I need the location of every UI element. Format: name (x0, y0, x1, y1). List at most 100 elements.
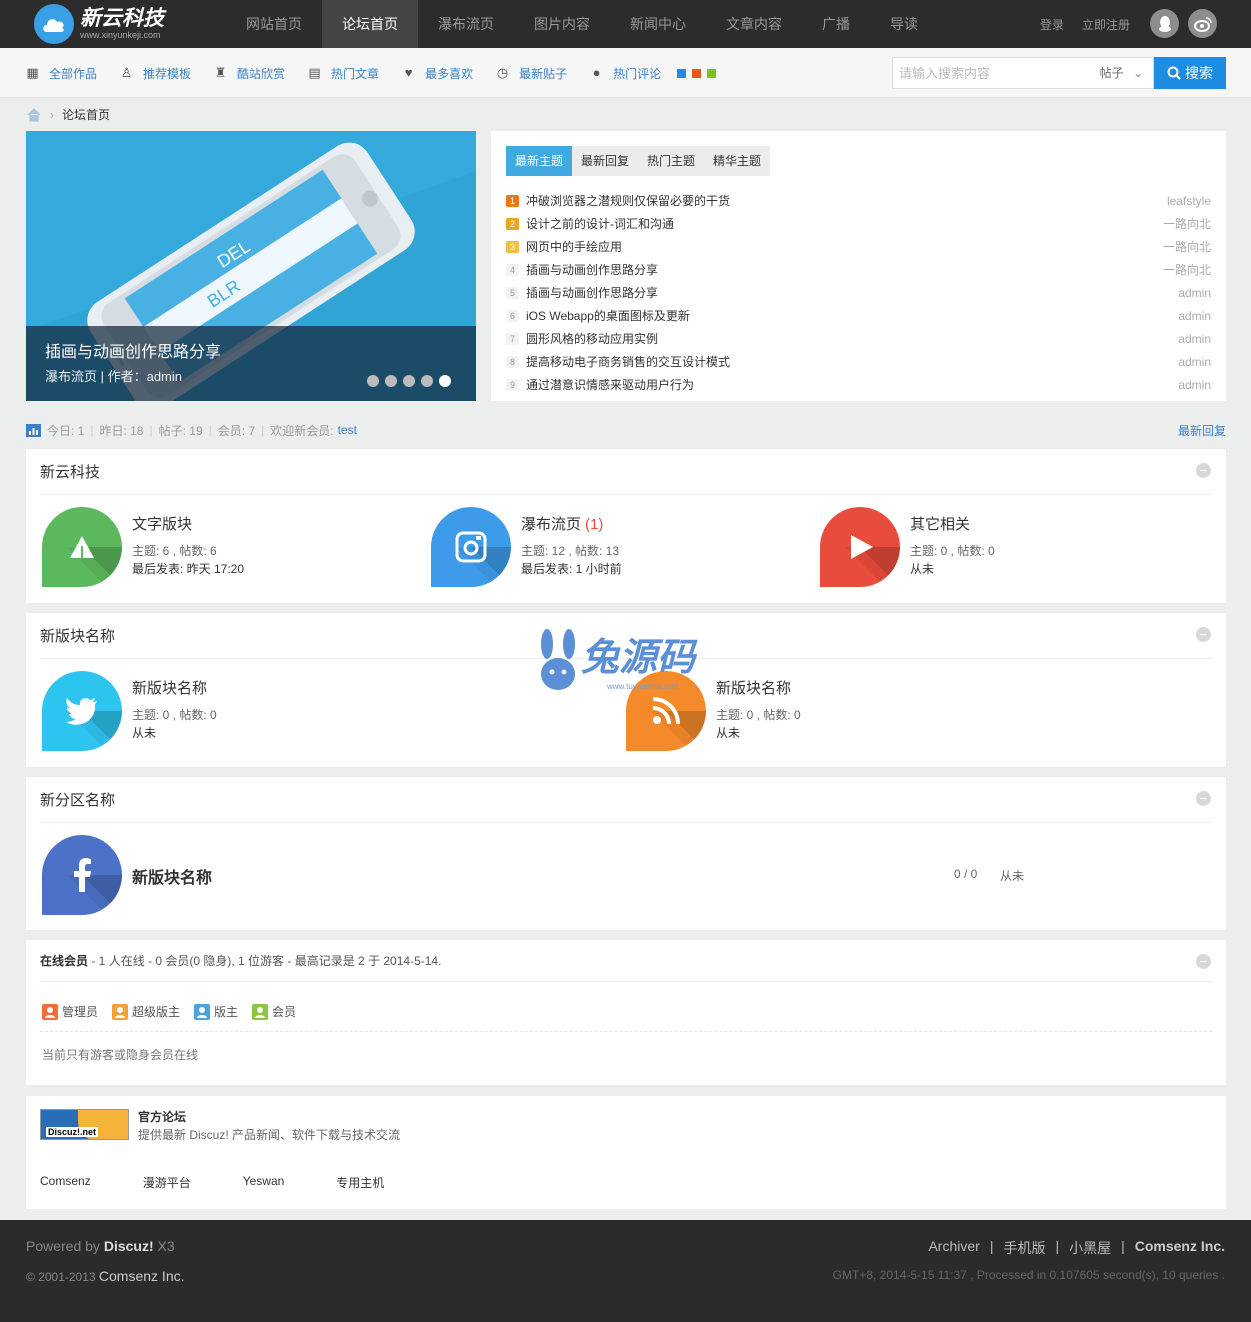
company-link[interactable]: Comsenz Inc. (99, 1268, 185, 1284)
thread-author[interactable]: admin (1178, 309, 1211, 323)
logo-title: 新云科技 (80, 6, 164, 30)
online-label[interactable]: 在线会员 (40, 954, 88, 968)
twitter-icon[interactable] (42, 671, 122, 751)
subnav-item[interactable]: ♥ 最多喜欢 (401, 65, 473, 82)
stat-members: 会员: 7 (217, 423, 256, 438)
forum-name[interactable]: 新版块名称 (132, 864, 212, 915)
collapse-icon[interactable] (1196, 954, 1211, 969)
collapse-icon[interactable] (1196, 791, 1211, 806)
subnav-item[interactable]: ▦ 全部作品 (25, 65, 97, 82)
facebook-icon[interactable] (42, 835, 122, 915)
thread-author[interactable]: 一路向北 (1163, 215, 1211, 232)
search-type-select[interactable]: 帖子 ⌄ (1100, 58, 1143, 88)
thread-tab[interactable]: 热门主题 (638, 146, 704, 176)
nav-item[interactable]: 论坛首页 (322, 0, 418, 48)
thread-tab[interactable]: 精华主题 (704, 146, 770, 176)
theme-swatch[interactable] (692, 68, 702, 78)
product-link[interactable]: Discuz! (104, 1238, 154, 1254)
site-logo[interactable]: 新云科技 www.xinyunkeji.com (34, 4, 164, 44)
footer-link[interactable]: Comsenz Inc. (1135, 1238, 1225, 1258)
slider-dot[interactable] (439, 375, 451, 387)
search-button[interactable]: 搜索 (1154, 57, 1226, 89)
forum-last-post[interactable]: 从未 (910, 560, 995, 578)
subnav-item[interactable]: ♙ 推荐模板 (119, 65, 191, 82)
user-group-label: 版主 (214, 1005, 239, 1019)
collapse-icon[interactable] (1196, 627, 1211, 642)
thread-author[interactable]: admin (1178, 286, 1211, 300)
thread-author[interactable]: admin (1178, 378, 1211, 392)
camera-icon[interactable] (431, 507, 511, 587)
newest-member-link[interactable]: test (338, 423, 357, 437)
subnav-item[interactable]: ◷ 最新贴子 (495, 65, 567, 82)
thread-title[interactable]: 通过潜意识情感来驱动用户行为 (526, 376, 1178, 393)
slider-dot[interactable] (367, 375, 379, 387)
slider-dot[interactable] (403, 375, 415, 387)
theme-swatch[interactable] (677, 68, 687, 78)
thread-title[interactable]: 提高移动电子商务销售的交互设计模式 (526, 353, 1178, 370)
thread-title[interactable]: 圆形风格的移动应用实例 (526, 330, 1178, 347)
thread-author[interactable]: 一路向北 (1163, 238, 1211, 255)
collapse-icon[interactable] (1196, 463, 1211, 478)
forum-name[interactable]: 其它相关 (910, 513, 995, 537)
play-icon[interactable] (820, 507, 900, 587)
search-input[interactable] (893, 58, 1093, 88)
thread-author[interactable]: 一路向北 (1163, 261, 1211, 278)
friend-link[interactable]: Comsenz (40, 1174, 91, 1191)
slider-dot[interactable] (385, 375, 397, 387)
thread-title[interactable]: 设计之前的设计-词汇和沟通 (526, 215, 1163, 232)
slider-dot[interactable] (421, 375, 433, 387)
weibo-login-icon[interactable] (1188, 9, 1217, 38)
user-group-label: 会员 (272, 1005, 297, 1019)
nav-item[interactable]: 新闻中心 (610, 0, 706, 48)
thread-author[interactable]: admin (1178, 332, 1211, 346)
qq-login-icon[interactable] (1150, 9, 1179, 38)
login-link[interactable]: 登录 (1040, 16, 1064, 33)
subnav-item[interactable]: ● 热门评论 (589, 65, 661, 82)
featured-slider[interactable]: DEL BLR 插画与动画创作思路分享 瀑布流页 | 作者：admin (26, 131, 476, 401)
thread-title[interactable]: 插画与动画创作思路分享 (526, 284, 1178, 301)
forum-last-post[interactable]: 最后发表: 1 小时前 (521, 560, 622, 578)
slider-title[interactable]: 插画与动画创作思路分享 (45, 338, 221, 362)
forum-name[interactable]: 新版块名称 (132, 677, 217, 701)
friend-link[interactable]: Yeswan (243, 1174, 285, 1191)
thread-author[interactable]: admin (1178, 355, 1211, 369)
thread-rank: 9 (506, 378, 519, 391)
home-icon[interactable] (26, 107, 42, 122)
friend-link[interactable]: 漫游平台 (143, 1174, 191, 1191)
official-forum-title[interactable]: 官方论坛 (138, 1108, 186, 1125)
breadcrumb: › 论坛首页 (26, 106, 110, 123)
stat-posts: 帖子: 19 (158, 423, 203, 438)
nav-item[interactable]: 导读 (870, 0, 938, 48)
footer-link[interactable]: 小黑屋 (1069, 1238, 1111, 1258)
nav-item[interactable]: 网站首页 (226, 0, 322, 48)
tree-icon[interactable] (42, 507, 122, 587)
subnav-item[interactable]: ▤ 热门文章 (307, 65, 379, 82)
breadcrumb-current[interactable]: 论坛首页 (62, 106, 110, 123)
forum-last-post[interactable]: 最后发表: 昨天 17:20 (132, 560, 244, 578)
thread-title[interactable]: iOS Webapp的桌面图标及更新 (526, 307, 1178, 324)
thread-title[interactable]: 冲破浏览器之潜规则仅保留必要的干货 (526, 192, 1167, 209)
section-title[interactable]: 新分区名称 (40, 777, 1212, 823)
footer-link[interactable]: Archiver (928, 1238, 979, 1258)
thread-author[interactable]: leafstyle (1167, 194, 1211, 208)
thread-title[interactable]: 网页中的手绘应用 (526, 238, 1163, 255)
latest-reply-link[interactable]: 最新回复 (1178, 422, 1226, 439)
section-title[interactable]: 新云科技 (40, 449, 1212, 495)
forum-name[interactable]: 瀑布流页 (1) (521, 513, 622, 537)
thread-tab[interactable]: 最新回复 (572, 146, 638, 176)
nav-item[interactable]: 广播 (802, 0, 870, 48)
thread-tab[interactable]: 最新主题 (506, 146, 573, 176)
forum-name[interactable]: 文字版块 (132, 513, 244, 537)
nav-item[interactable]: 文章内容 (706, 0, 802, 48)
main-nav: 网站首页 论坛首页 瀑布流页 图片内容 新闻中心 文章内容 广播 导读 (226, 0, 938, 48)
friend-link[interactable]: 专用主机 (336, 1174, 384, 1191)
theme-swatch[interactable] (707, 68, 717, 78)
footer-link[interactable]: 手机版 (1003, 1238, 1045, 1258)
nav-item[interactable]: 图片内容 (514, 0, 610, 48)
discuz-badge[interactable]: Discuz!.net (40, 1109, 129, 1140)
online-summary: - 1 人在线 - 0 会员(0 隐身), 1 位游客 - 最高记录是 2 于 … (88, 954, 442, 968)
register-link[interactable]: 立即注册 (1082, 16, 1130, 33)
subnav-item[interactable]: ♜ 酷站欣赏 (213, 65, 285, 82)
thread-title[interactable]: 插画与动画创作思路分享 (526, 261, 1163, 278)
nav-item[interactable]: 瀑布流页 (418, 0, 514, 48)
